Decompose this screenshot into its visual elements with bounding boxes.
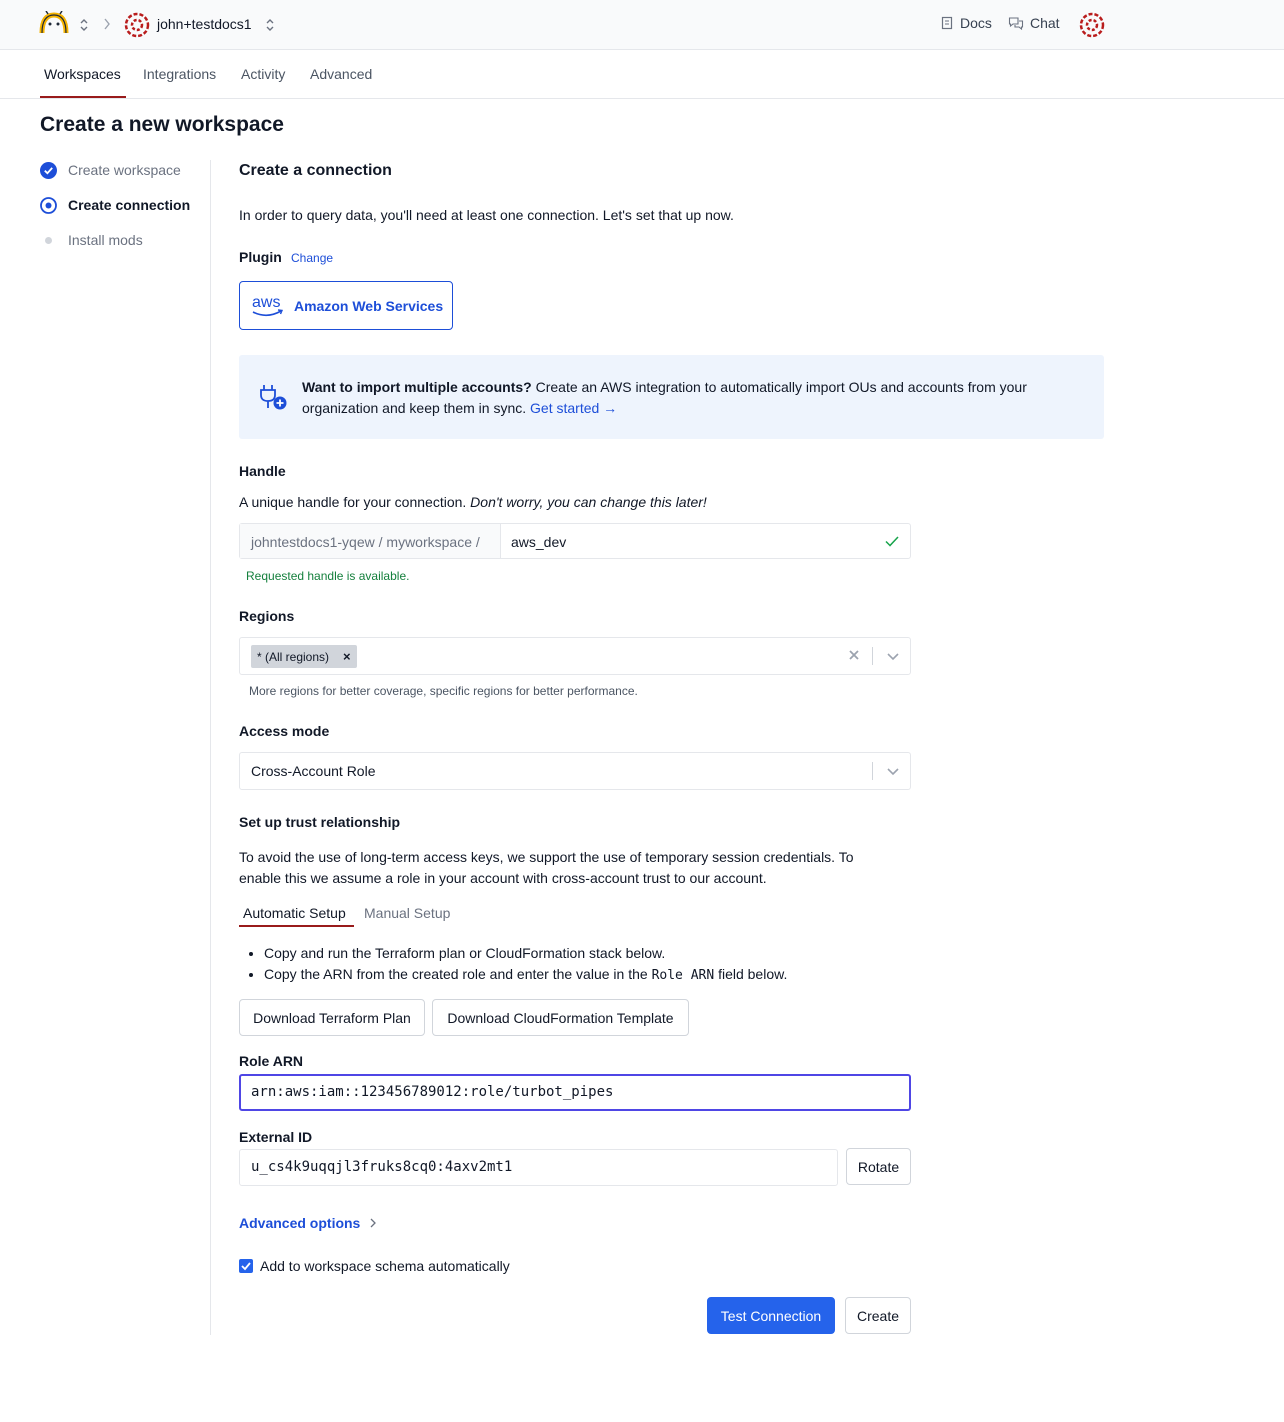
docs-label: Docs [960,15,992,31]
advanced-options-label: Advanced options [239,1215,361,1231]
handle-input[interactable]: aws_dev [511,534,566,550]
active-tab-indicator [40,96,126,98]
list-item: Copy the ARN from the created role and e… [264,964,787,986]
handle-status: Requested handle is available. [246,569,410,583]
intro-text: In order to query data, you'll need at l… [239,207,734,223]
tab-advanced[interactable]: Advanced [310,66,372,82]
download-cloudformation-button[interactable]: Download CloudFormation Template [432,999,689,1036]
tab-manual-setup[interactable]: Manual Setup [364,905,450,921]
regions-help: More regions for better coverage, specif… [249,684,638,698]
chat-icon [1008,17,1024,30]
page-title: Create a new workspace [40,113,284,136]
create-button[interactable]: Create [845,1297,911,1334]
org-avatar-icon[interactable] [124,12,150,38]
step-label: Create workspace [68,162,181,178]
docs-link[interactable]: Docs [940,15,992,31]
checkmark-icon [241,1262,251,1271]
tab-automatic-setup[interactable]: Automatic Setup [243,905,346,921]
handle-field: johntestdocs1-yqew / myworkspace / aws_d… [239,523,911,559]
get-started-link[interactable]: Get started → [530,400,617,416]
trust-label: Set up trust relationship [239,814,401,830]
section-heading: Create a connection [239,162,392,179]
chat-label: Chat [1030,15,1060,31]
turbot-logo-icon[interactable] [39,11,69,35]
handle-help: A unique handle for your connection. Don… [239,492,707,513]
schema-checkbox[interactable] [239,1259,253,1273]
tab-workspaces[interactable]: Workspaces [44,66,121,82]
handle-help-italic: Don't worry, you can change this later! [470,494,707,510]
list-item: Copy and run the Terraform plan or Cloud… [264,943,787,964]
step-create-workspace[interactable]: Create workspace [40,160,181,180]
regions-select[interactable]: * (All regions) × [239,637,911,675]
external-id-input[interactable]: u_cs4k9uqqjl3fruks8cq0:4axv2mt1 [239,1149,838,1186]
step-create-connection[interactable]: Create connection [40,195,190,215]
step-label: Install mods [68,232,143,248]
updown-icon[interactable] [265,18,275,32]
download-terraform-button[interactable]: Download Terraform Plan [239,999,425,1036]
user-avatar-icon[interactable] [1079,12,1105,38]
setup-instructions: Copy and run the Terraform plan or Cloud… [264,943,787,986]
trust-description-line: To avoid the use of long-term access key… [239,849,854,865]
trust-description: To avoid the use of long-term access key… [239,847,854,889]
docs-icon [941,16,953,30]
import-accounts-banner: Want to import multiple accounts? Create… [239,355,1104,439]
chevron-right-icon [370,1218,377,1228]
aws-logo-icon: aws [252,294,284,316]
step-install-mods: Install mods [40,230,143,250]
regions-label: Regions [239,608,295,624]
top-bar: john+testdocs1 Docs Chat [0,0,1284,50]
schema-checkbox-label[interactable]: Add to workspace schema automatically [260,1258,510,1274]
test-connection-button[interactable]: Test Connection [707,1297,835,1334]
current-step-icon [40,196,57,214]
access-mode-value: Cross-Account Role [251,763,376,779]
main-tabs: Workspaces Integrations Activity Advance… [0,50,1284,99]
handle-label: Handle [239,463,286,479]
plugin-card-aws[interactable]: aws Amazon Web Services [239,281,453,330]
chevron-right-icon [104,18,110,30]
active-subtab-indicator [239,925,354,927]
tab-integrations[interactable]: Integrations [143,66,216,82]
plugin-label: Plugin [239,249,282,265]
clear-icon[interactable] [846,647,862,663]
banner-title: Want to import multiple accounts? [302,379,532,395]
pending-step-icon [40,232,57,249]
chevron-down-icon[interactable] [886,649,900,663]
trust-description-line: enable this we assume a role in your acc… [239,870,767,886]
steps-divider [210,160,211,1335]
handle-help-text: A unique handle for your connection. [239,494,471,510]
access-mode-label: Access mode [239,723,330,739]
org-name[interactable]: john+testdocs1 [157,16,252,32]
change-plugin-link[interactable]: Change [291,251,333,265]
plugin-name: Amazon Web Services [294,297,444,314]
role-arn-label: Role ARN [239,1053,304,1069]
updown-icon[interactable] [79,18,89,32]
chat-link[interactable]: Chat [1008,15,1060,31]
instruction-text: Copy the ARN from the created role and e… [264,966,652,982]
advanced-options-toggle[interactable]: Advanced options [239,1215,378,1231]
rotate-button[interactable]: Rotate [846,1148,911,1185]
select-separator [872,647,873,665]
instruction-text: field below. [714,966,788,982]
handle-prefix: johntestdocs1-yqew / myworkspace / [240,524,501,558]
step-label: Create connection [68,197,191,213]
chevron-down-icon[interactable] [886,764,900,778]
access-mode-select[interactable]: Cross-Account Role [239,752,911,790]
aws-logo-text: aws [252,294,280,311]
tab-activity[interactable]: Activity [241,66,285,82]
plug-add-icon [260,385,287,410]
role-arn-input[interactable]: arn:aws:iam::123456789012:role/turbot_pi… [239,1074,911,1111]
check-icon [885,536,899,547]
external-id-label: External ID [239,1129,313,1145]
select-separator [872,762,873,780]
check-circle-icon [40,161,57,179]
region-chip: * (All regions) × [251,645,357,668]
inline-code: Role ARN [651,968,715,983]
remove-chip-icon[interactable]: × [343,649,351,664]
region-chip-label: * (All regions) [257,649,330,664]
